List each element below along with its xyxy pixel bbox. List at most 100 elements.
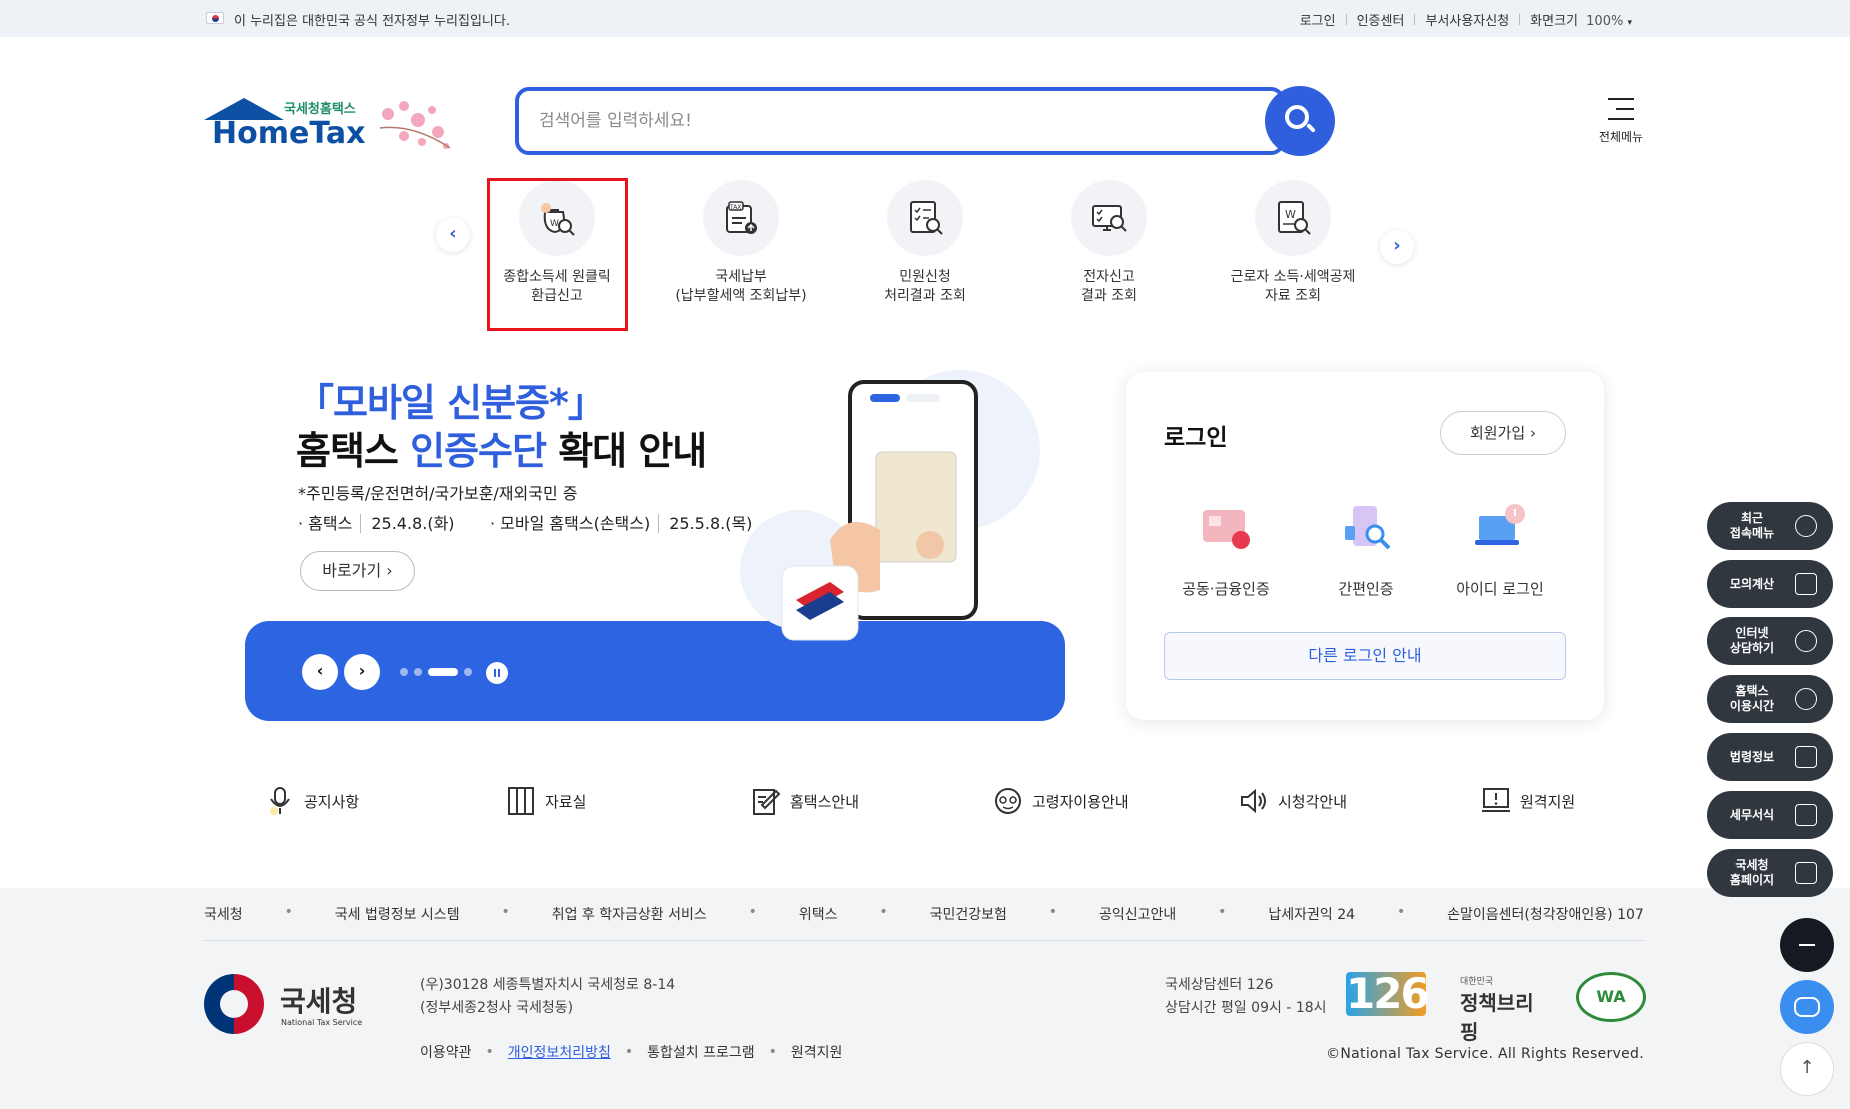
korea-flag-icon bbox=[206, 12, 224, 24]
pagination-dot[interactable] bbox=[414, 668, 422, 676]
phone-search-icon bbox=[1345, 506, 1391, 550]
banner-prev-button[interactable]: ‹ bbox=[302, 654, 338, 690]
cabinet-icon bbox=[508, 787, 534, 815]
related-sites: 국세청 • 국세 법령정보 시스템 • 취업 후 학자금상환 서비스 • 위택스 • 국… bbox=[204, 904, 1644, 924]
util-login-link[interactable]: 로그인 bbox=[1290, 10, 1346, 29]
audiovisual-guide-link[interactable]: 시청각안내 bbox=[1238, 785, 1347, 817]
login-card: 로그인 회원가입 › 공동·금융인증 간편인증 아이디 로그인 다른 로그인 안… bbox=[1126, 372, 1604, 720]
remote-support-link[interactable]: 원격지원 bbox=[1480, 785, 1575, 817]
install-program-link[interactable]: 통합설치 프로그램 bbox=[647, 1042, 755, 1062]
quick-item-e-filing-result[interactable]: 전자신고 결과 조회 bbox=[1034, 180, 1184, 306]
nts-homepage-button[interactable]: 국세청 홈페이지 bbox=[1707, 849, 1833, 897]
senior-face-icon bbox=[995, 788, 1021, 814]
logo-subtitle: 국세청홈택스 bbox=[284, 102, 356, 117]
hometax-hours-button[interactable]: 홈택스 이용시간 bbox=[1707, 675, 1833, 723]
call-126-badge[interactable]: 126 bbox=[1346, 972, 1430, 1016]
utility-links: 로그인 인증센터 부서사용자신청 화면크기 100% ▾ bbox=[1290, 10, 1642, 29]
related-site-link[interactable]: 손말이음센터(청각장애인용) 107 bbox=[1447, 904, 1644, 924]
pagination-dot-active[interactable] bbox=[428, 668, 458, 676]
quick-menu-prev-button[interactable]: ‹ bbox=[436, 218, 470, 252]
pagination-dot[interactable] bbox=[400, 668, 408, 676]
scroll-top-button[interactable]: ↑ bbox=[1780, 1042, 1834, 1096]
hometax-guide-link[interactable]: 홈택스안내 bbox=[750, 785, 859, 817]
quick-item-tax-payment[interactable]: TAX 국세납부 (납부할세액 조회납부) bbox=[666, 180, 816, 306]
chevron-right-icon: › bbox=[386, 561, 393, 580]
recent-menu-button[interactable]: 최근 접속메뉴 bbox=[1707, 502, 1833, 550]
pagination-dot[interactable] bbox=[464, 668, 472, 676]
chatbot-button[interactable] bbox=[1780, 980, 1834, 1034]
banner-dates: · 홈택스 25.4.8.(화) · 모바일 홈택스(손택스) 25.5.8.(목) bbox=[298, 514, 753, 533]
tax-forms-button[interactable]: 세무서식 bbox=[1707, 791, 1833, 839]
quick-item-civil-petition[interactable]: 민원신청 처리결과 조회 bbox=[850, 180, 1000, 306]
zoom-control[interactable]: 화면크기 100% ▾ bbox=[1520, 10, 1642, 29]
alarm-clock-icon bbox=[1795, 688, 1817, 710]
related-site-link[interactable]: 국세청 bbox=[204, 904, 243, 924]
remote-support-footer-link[interactable]: 원격지원 bbox=[791, 1042, 843, 1062]
hometax-logo[interactable]: 국세청홈택스 HomeTax bbox=[204, 96, 454, 156]
gavel-icon bbox=[1795, 746, 1817, 768]
related-site-link[interactable]: 국민건강보험 bbox=[930, 904, 1007, 924]
government-notice-bar: 이 누리집은 대한민국 공식 전자정부 누리집입니다. 로그인 인증센터 부서사… bbox=[0, 0, 1850, 37]
banner-note: *주민등록/운전면허/국가보훈/재외국민 증 bbox=[298, 484, 578, 503]
mock-calculation-button[interactable]: 모의계산 bbox=[1707, 560, 1833, 608]
related-site-link[interactable]: 납세자권익 24 bbox=[1268, 904, 1355, 924]
web-accessibility-mark[interactable]: WA bbox=[1576, 972, 1646, 1022]
clock-icon bbox=[1795, 515, 1817, 537]
taegeuk-emblem-icon bbox=[204, 974, 264, 1034]
related-site-link[interactable]: 취업 후 학자금상환 서비스 bbox=[552, 904, 707, 924]
zoom-value: 100% bbox=[1586, 14, 1624, 29]
footer-menu: 이용약관 • 개인정보처리방침 • 통합설치 프로그램 • 원격지원 bbox=[420, 1042, 843, 1062]
senior-guide-link[interactable]: 고령자이용안내 bbox=[992, 785, 1129, 817]
chevron-down-icon: ▾ bbox=[1627, 18, 1632, 28]
banner-title-line1: 「모바일 신분증*」 bbox=[296, 381, 606, 425]
nts-logo[interactable]: 국세청 National Tax Service bbox=[204, 974, 364, 1038]
id-login[interactable]: 아이디 로그인 bbox=[1440, 500, 1560, 599]
hamburger-icon bbox=[1608, 98, 1634, 120]
receipt-won-search-icon: W bbox=[1278, 201, 1311, 235]
svg-text:TAX: TAX bbox=[729, 204, 741, 211]
zoom-label: 화면크기 bbox=[1530, 14, 1579, 29]
online-consult-button[interactable]: 인터넷 상담하기 bbox=[1707, 617, 1833, 665]
related-site-link[interactable]: 공익신고안내 bbox=[1099, 904, 1176, 924]
login-title: 로그인 bbox=[1164, 425, 1228, 451]
search-button[interactable] bbox=[1265, 86, 1335, 156]
microphone-icon bbox=[270, 787, 290, 815]
collapse-quick-button[interactable] bbox=[1780, 918, 1834, 972]
banner-next-button[interactable]: › bbox=[344, 654, 380, 690]
edit-document-icon bbox=[753, 789, 781, 815]
speaker-icon bbox=[1241, 788, 1266, 814]
other-login-guide-button[interactable]: 다른 로그인 안내 bbox=[1164, 632, 1566, 680]
quick-menu-next-button[interactable]: › bbox=[1380, 230, 1414, 264]
checklist-search-icon bbox=[910, 201, 943, 235]
highlight-selection-box bbox=[487, 178, 628, 331]
chevron-right-icon: › bbox=[358, 661, 366, 680]
terms-link[interactable]: 이용약관 bbox=[420, 1042, 472, 1062]
archive-link[interactable]: 자료실 bbox=[505, 785, 586, 817]
quick-item-worker-deduction[interactable]: W 근로자 소득·세액공제 자료 조회 bbox=[1218, 180, 1368, 306]
chevron-right-icon: › bbox=[1393, 235, 1401, 256]
chevron-right-icon: › bbox=[1529, 424, 1536, 442]
util-cert-center-link[interactable]: 인증센터 bbox=[1347, 10, 1415, 29]
logo-title: HomeTax bbox=[212, 116, 366, 151]
policy-briefing-logo[interactable]: 대한민국 정책브리핑 bbox=[1460, 974, 1550, 1045]
banner-pagination bbox=[400, 668, 472, 676]
signup-button[interactable]: 회원가입 › bbox=[1440, 411, 1566, 455]
cherry-blossom-icon bbox=[379, 101, 451, 149]
simple-auth-login[interactable]: 간편인증 bbox=[1306, 500, 1426, 599]
monitor-search-icon bbox=[1092, 205, 1127, 232]
all-menu-button[interactable]: 전체메뉴 bbox=[1594, 98, 1648, 148]
law-info-button[interactable]: 법령정보 bbox=[1707, 733, 1833, 781]
notice-link[interactable]: 공지사항 bbox=[264, 785, 359, 817]
search-input[interactable] bbox=[539, 105, 1219, 137]
consult-center-info: 국세상담센터 126 상담시간 평일 09시 - 18시 bbox=[1165, 977, 1327, 1016]
chevron-left-icon: ‹ bbox=[316, 661, 324, 680]
util-dept-user-link[interactable]: 부서사용자신청 bbox=[1415, 10, 1519, 29]
related-site-link[interactable]: 국세 법령정보 시스템 bbox=[335, 904, 460, 924]
banner-title-line2: 홈택스 인증수단 확대 안내 bbox=[296, 429, 707, 473]
privacy-policy-link[interactable]: 개인정보처리방침 bbox=[508, 1042, 611, 1062]
pause-icon[interactable] bbox=[486, 662, 508, 684]
related-site-link[interactable]: 위택스 bbox=[799, 904, 838, 924]
banner-goto-button[interactable]: 바로가기 › bbox=[300, 551, 415, 591]
official-site-notice[interactable]: 이 누리집은 대한민국 공식 전자정부 누리집입니다. bbox=[234, 10, 510, 29]
joint-financial-cert-login[interactable]: 공동·금융인증 bbox=[1166, 500, 1286, 599]
